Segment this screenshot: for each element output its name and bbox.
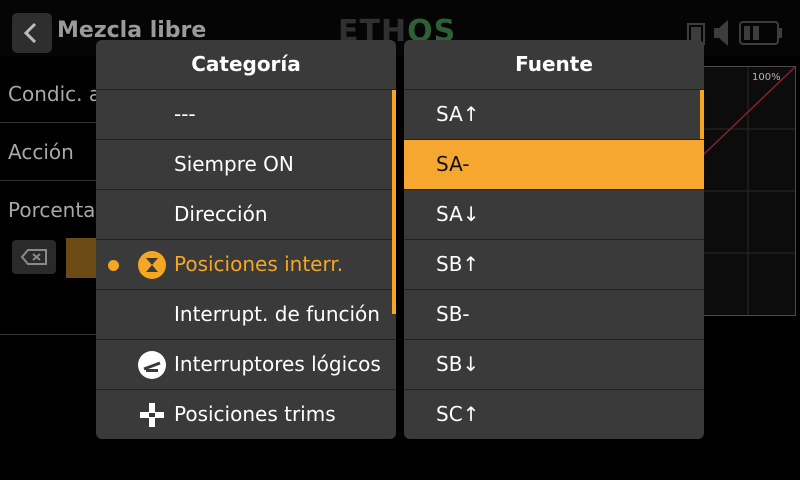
category-item-direction[interactable]: Dirección	[96, 190, 396, 240]
source-item-selected[interactable]: SA-	[404, 140, 704, 190]
source-item[interactable]: SB-	[404, 290, 704, 340]
source-title: Fuente	[515, 52, 593, 76]
category-item-label: Posiciones trims	[174, 402, 336, 426]
category-item-label: Dirección	[174, 202, 268, 226]
category-item-always-on[interactable]: Siempre ON	[96, 140, 396, 190]
source-item-label: SB↓	[436, 352, 480, 376]
source-item[interactable]: SC↑	[404, 390, 704, 439]
logic-switch-icon	[138, 351, 166, 379]
graph-max-label: 100%	[752, 72, 781, 83]
source-item[interactable]: SA↓	[404, 190, 704, 240]
category-item-label: Interrupt. de función	[174, 302, 380, 326]
source-item-label: SA-	[436, 152, 470, 176]
backspace-icon	[20, 249, 47, 265]
source-item[interactable]: SA↑	[404, 90, 704, 140]
source-item-label: SA↑	[436, 102, 480, 126]
category-item-label: Siempre ON	[174, 152, 294, 176]
category-item-label: Interruptores lógicos	[174, 352, 381, 376]
curve-graph	[700, 66, 796, 316]
category-item-logic-switches[interactable]: Interruptores lógicos	[96, 340, 396, 390]
category-title: Categoría	[191, 52, 301, 76]
back-icon	[23, 22, 37, 44]
percent-label: Porcenta	[8, 198, 96, 222]
category-item-label: ---	[174, 102, 196, 126]
source-item-label: SC↑	[436, 402, 480, 426]
volume-icon	[714, 20, 728, 46]
source-panel: Fuente SA↑ SA- SA↓ SB↑ SB- SB↓ SC↑	[404, 40, 704, 439]
selected-indicator-icon	[108, 260, 119, 271]
battery-icon	[739, 21, 782, 45]
source-item-label: SB-	[436, 302, 470, 326]
switch-position-icon	[138, 251, 166, 279]
condition-label: Condic. a	[8, 82, 102, 106]
source-item-label: SB↑	[436, 252, 480, 276]
source-item[interactable]: SB↑	[404, 240, 704, 290]
source-item[interactable]: SB↓	[404, 340, 704, 390]
action-label: Acción	[8, 140, 74, 164]
category-header: Categoría	[96, 40, 396, 90]
category-item-label: Posiciones interr.	[174, 252, 344, 276]
category-item-switch-positions[interactable]: Posiciones interr.	[96, 240, 396, 290]
source-item-label: SA↓	[436, 202, 480, 226]
category-scrollbar[interactable]	[392, 90, 396, 314]
category-item-function-switch[interactable]: Interrupt. de función	[96, 290, 396, 340]
category-panel: Categoría --- Siempre ON Dirección Posic…	[96, 40, 396, 439]
category-item-trim-positions[interactable]: Posiciones trims	[96, 390, 396, 439]
source-scrollbar[interactable]	[700, 90, 704, 139]
source-header: Fuente	[404, 40, 704, 90]
back-button[interactable]	[12, 13, 52, 53]
category-item-none[interactable]: ---	[96, 90, 396, 140]
trim-icon	[140, 403, 164, 427]
clear-icon-button[interactable]	[12, 240, 56, 274]
